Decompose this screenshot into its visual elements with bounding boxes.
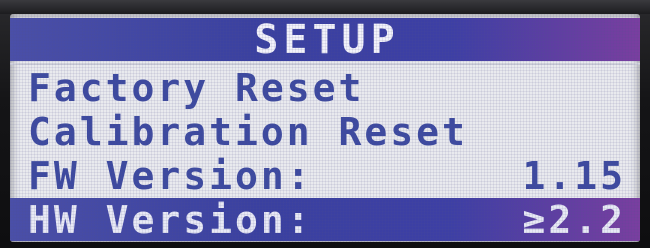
bezel	[0, 0, 650, 14]
menu-item-label: Calibration Reset	[28, 109, 468, 154]
fw-version-value: 1.15	[522, 153, 626, 198]
device-frame: SETUP Factory Reset Calibration Reset FW…	[0, 0, 650, 248]
lcd-screen: SETUP Factory Reset Calibration Reset FW…	[10, 14, 640, 242]
menu-item-label: HW Version:	[28, 197, 313, 242]
hw-version-value: ≥2.2	[522, 197, 626, 242]
menu-item-label: FW Version:	[28, 153, 313, 198]
menu-item-calibration-reset[interactable]: Calibration Reset	[10, 109, 640, 154]
menu-item-fw-version[interactable]: FW Version: 1.15	[10, 153, 640, 198]
menu-title-bar: SETUP	[10, 16, 640, 63]
menu-title: SETUP	[254, 16, 400, 63]
menu-item-label: Factory Reset	[28, 65, 365, 110]
menu-item-factory-reset[interactable]: Factory Reset	[10, 65, 640, 110]
menu-item-hw-version[interactable]: HW Version: ≥2.2	[10, 197, 640, 242]
